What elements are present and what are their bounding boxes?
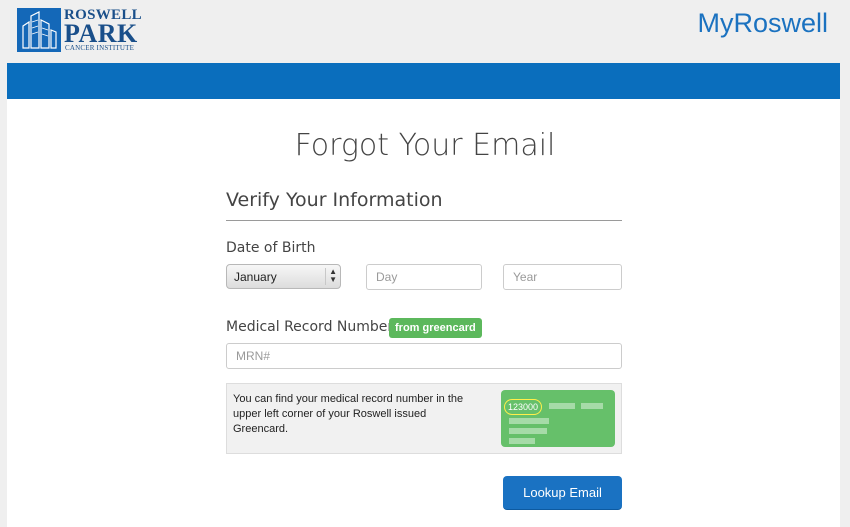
greencard-line <box>549 403 575 409</box>
mrn-input[interactable] <box>226 343 622 369</box>
greencard-badge: from greencard <box>389 318 482 338</box>
building-logo-icon <box>17 8 61 52</box>
greencard-line <box>509 428 547 434</box>
year-input[interactable] <box>503 264 622 290</box>
brand-part-my: My <box>697 8 734 38</box>
mrn-help-box: You can find your medical record number … <box>226 383 622 454</box>
greencard-illustration: 123000 <box>501 390 615 447</box>
lookup-email-button[interactable]: Lookup Email <box>503 476 622 510</box>
nav-bar <box>7 63 840 99</box>
dob-label: Date of Birth <box>226 240 316 256</box>
greencard-line <box>509 438 535 444</box>
greencard-number: 123000 <box>504 399 543 415</box>
select-arrows-icon: ▲ ▼ <box>329 267 337 284</box>
month-select-value: January <box>234 270 277 284</box>
logo-line-3: CANCER INSTITUTE <box>65 44 135 52</box>
section-title: Verify Your Information <box>226 189 443 211</box>
content-card <box>7 99 840 527</box>
day-input[interactable] <box>366 264 482 290</box>
roswell-park-logo[interactable]: ROSWELL PARK CANCER INSTITUTE <box>17 7 147 52</box>
myroswell-brand[interactable]: MyRoswell <box>697 8 828 39</box>
page-title: Forgot Your Email <box>294 128 556 163</box>
site-header: ROSWELL PARK CANCER INSTITUTE MyRoswell <box>0 0 850 63</box>
select-separator <box>325 268 326 285</box>
greencard-line <box>581 403 603 409</box>
section-divider <box>226 220 622 221</box>
mrn-label: Medical Record Number <box>226 319 394 335</box>
brand-part-roswell: Roswell <box>733 8 828 38</box>
month-select[interactable]: January ▲ ▼ <box>226 264 341 289</box>
greencard-line <box>509 418 549 424</box>
mrn-help-text: You can find your medical record number … <box>233 393 464 435</box>
